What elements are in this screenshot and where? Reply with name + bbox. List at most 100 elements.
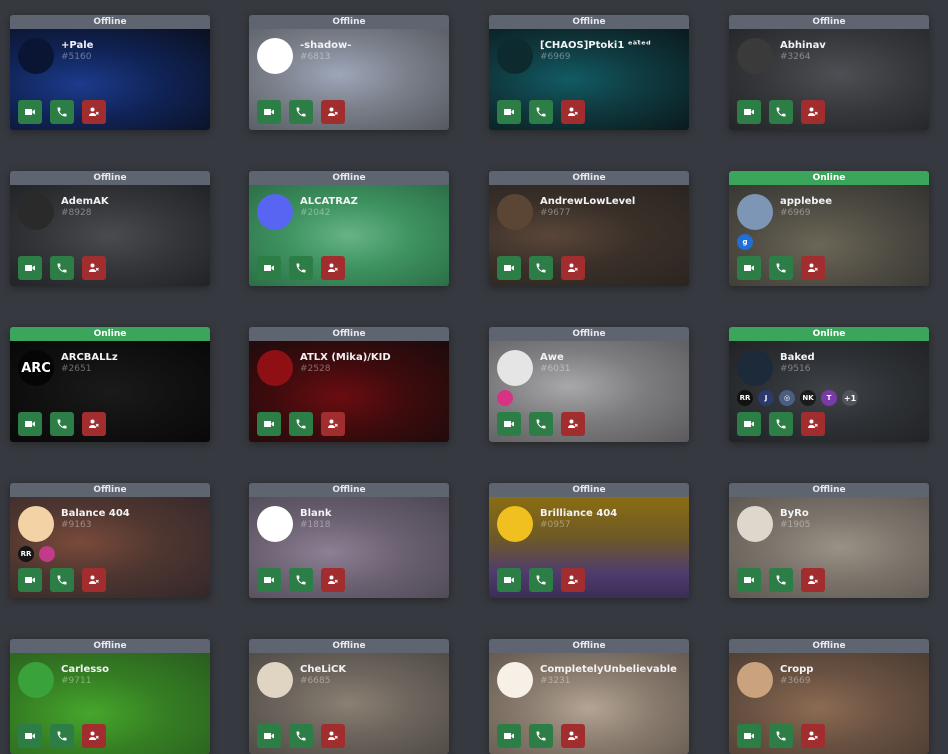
friend-card[interactable]: Offline ALCATRAZ #2042	[249, 171, 449, 286]
remove-friend-button[interactable]	[561, 724, 585, 748]
video-call-button[interactable]	[257, 412, 281, 436]
connection-badge-icon[interactable]: g	[737, 234, 753, 250]
voice-call-button[interactable]	[50, 568, 74, 592]
remove-friend-button[interactable]	[321, 412, 345, 436]
voice-call-button[interactable]	[50, 100, 74, 124]
avatar[interactable]: ARC	[18, 350, 54, 386]
remove-friend-button[interactable]	[801, 256, 825, 280]
remove-friend-button[interactable]	[82, 724, 106, 748]
friend-card[interactable]: Offline AndrewLowLevel #9677	[489, 171, 689, 286]
avatar[interactable]	[737, 194, 773, 230]
video-call-button[interactable]	[497, 256, 521, 280]
connection-badge-icon[interactable]	[497, 390, 513, 406]
remove-friend-button[interactable]	[561, 100, 585, 124]
friend-card[interactable]: Offline Blank #1818	[249, 483, 449, 598]
friend-card[interactable]: Offline Abhinav #3264	[729, 15, 929, 130]
remove-friend-button[interactable]	[82, 100, 106, 124]
avatar[interactable]	[18, 506, 54, 542]
avatar[interactable]	[737, 506, 773, 542]
voice-call-button[interactable]	[529, 724, 553, 748]
remove-friend-button[interactable]	[561, 256, 585, 280]
voice-call-button[interactable]	[529, 568, 553, 592]
friend-card[interactable]: Offline [CHAOS]Ptoki1 ᵉᵃ͠ᵗᵉᵈ #6969	[489, 15, 689, 130]
friend-card[interactable]: Offline Carlesso #9711	[10, 639, 210, 754]
remove-friend-button[interactable]	[321, 724, 345, 748]
video-call-button[interactable]	[737, 256, 761, 280]
voice-call-button[interactable]	[289, 100, 313, 124]
video-call-button[interactable]	[18, 724, 42, 748]
friend-card[interactable]: Online Baked #9516 RR J ◎ NK T +1	[729, 327, 929, 442]
video-call-button[interactable]	[18, 256, 42, 280]
voice-call-button[interactable]	[289, 724, 313, 748]
friend-card[interactable]: Offline CheLiCK #6685	[249, 639, 449, 754]
friend-card[interactable]: Offline +Pale #5160	[10, 15, 210, 130]
avatar[interactable]	[257, 194, 293, 230]
video-call-button[interactable]	[18, 412, 42, 436]
avatar[interactable]	[497, 194, 533, 230]
friend-card[interactable]: Offline Cropp #3669	[729, 639, 929, 754]
avatar[interactable]	[497, 662, 533, 698]
avatar[interactable]	[257, 350, 293, 386]
voice-call-button[interactable]	[50, 256, 74, 280]
voice-call-button[interactable]	[289, 256, 313, 280]
voice-call-button[interactable]	[769, 724, 793, 748]
remove-friend-button[interactable]	[82, 412, 106, 436]
avatar[interactable]	[257, 38, 293, 74]
connection-badge-icon[interactable]: T	[821, 390, 837, 406]
video-call-button[interactable]	[497, 100, 521, 124]
video-call-button[interactable]	[18, 568, 42, 592]
voice-call-button[interactable]	[769, 568, 793, 592]
connection-badge-icon[interactable]: J	[758, 390, 774, 406]
avatar[interactable]	[737, 662, 773, 698]
video-call-button[interactable]	[497, 568, 521, 592]
video-call-button[interactable]	[737, 568, 761, 592]
connection-badge-icon[interactable]: RR	[737, 390, 753, 406]
friend-card[interactable]: Offline -shadow- #6813	[249, 15, 449, 130]
voice-call-button[interactable]	[769, 100, 793, 124]
remove-friend-button[interactable]	[801, 724, 825, 748]
video-call-button[interactable]	[18, 100, 42, 124]
video-call-button[interactable]	[737, 100, 761, 124]
connection-badge-icon[interactable]: NK	[800, 390, 816, 406]
video-call-button[interactable]	[737, 412, 761, 436]
avatar[interactable]	[18, 194, 54, 230]
avatar[interactable]	[257, 662, 293, 698]
remove-friend-button[interactable]	[801, 100, 825, 124]
voice-call-button[interactable]	[769, 412, 793, 436]
friend-card[interactable]: Offline ByRo #1905	[729, 483, 929, 598]
voice-call-button[interactable]	[769, 256, 793, 280]
friend-card[interactable]: Offline ATLX (Mika)/KID #2528	[249, 327, 449, 442]
friend-card[interactable]: Online ARC ARCBALLz #2651	[10, 327, 210, 442]
avatar[interactable]	[497, 506, 533, 542]
remove-friend-button[interactable]	[801, 568, 825, 592]
connection-badge-icon[interactable]: RR	[18, 546, 34, 562]
video-call-button[interactable]	[257, 724, 281, 748]
friend-card[interactable]: Offline Awe #6031	[489, 327, 689, 442]
avatar[interactable]	[257, 506, 293, 542]
avatar[interactable]	[18, 662, 54, 698]
voice-call-button[interactable]	[289, 412, 313, 436]
video-call-button[interactable]	[257, 100, 281, 124]
video-call-button[interactable]	[257, 256, 281, 280]
voice-call-button[interactable]	[529, 100, 553, 124]
voice-call-button[interactable]	[50, 724, 74, 748]
video-call-button[interactable]	[497, 412, 521, 436]
remove-friend-button[interactable]	[321, 568, 345, 592]
friend-card[interactable]: Offline Brilliance 404 #0957	[489, 483, 689, 598]
friend-card[interactable]: Offline AdemAK #8928	[10, 171, 210, 286]
avatar[interactable]	[18, 38, 54, 74]
avatar[interactable]	[737, 38, 773, 74]
remove-friend-button[interactable]	[561, 412, 585, 436]
voice-call-button[interactable]	[289, 568, 313, 592]
video-call-button[interactable]	[257, 568, 281, 592]
voice-call-button[interactable]	[529, 412, 553, 436]
friend-card[interactable]: Online applebee #6969 g	[729, 171, 929, 286]
friend-card[interactable]: Offline Balance 404 #9163 RR	[10, 483, 210, 598]
remove-friend-button[interactable]	[321, 256, 345, 280]
remove-friend-button[interactable]	[321, 100, 345, 124]
voice-call-button[interactable]	[50, 412, 74, 436]
connection-badge-icon[interactable]: ◎	[779, 390, 795, 406]
remove-friend-button[interactable]	[561, 568, 585, 592]
remove-friend-button[interactable]	[82, 256, 106, 280]
friend-card[interactable]: Offline CompletelyUnbelievable #3231	[489, 639, 689, 754]
